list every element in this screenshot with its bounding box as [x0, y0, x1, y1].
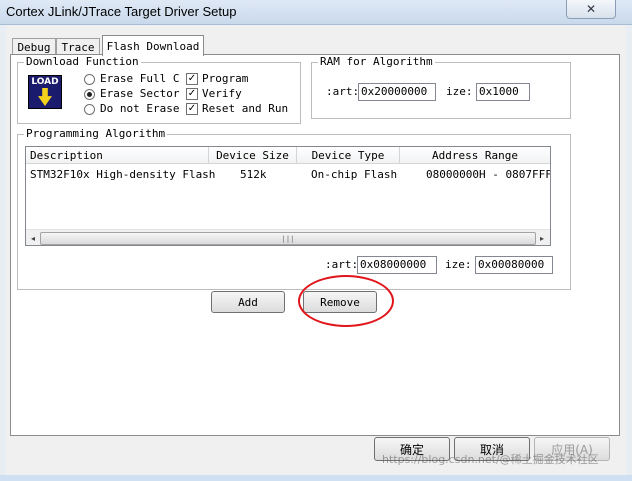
tab-label: Debug	[17, 41, 51, 54]
close-button[interactable]: ✕	[566, 0, 616, 19]
column-header-device-size[interactable]: Device Size	[209, 147, 297, 164]
load-icon-text: LOAD	[31, 77, 59, 87]
row-description: STM32F10x High-density Flash	[30, 168, 216, 181]
download-function-group: Download Function LOAD Erase Full C Eras…	[17, 55, 301, 124]
algorithm-list[interactable]: Description Device Size Device Type Addr…	[25, 146, 551, 246]
table-row[interactable]: STM32F10x High-density Flash 512k On-chi…	[26, 166, 550, 182]
verify-label: Verify	[202, 87, 242, 100]
tab-flash-download[interactable]: Flash Download	[102, 35, 204, 56]
tab-label: Flash Download	[106, 39, 200, 53]
row-device-type: On-chip Flash	[311, 168, 398, 181]
erase-sector-radio[interactable]	[84, 89, 95, 100]
do-not-erase-radio[interactable]	[84, 104, 95, 115]
ram-start-label: :art:	[326, 85, 360, 98]
dialog-window: Cortex JLink/JTrace Target Driver Setup …	[0, 0, 632, 481]
ram-label: RAM for Algorithm	[318, 55, 435, 68]
scroll-thumb[interactable]: |||	[40, 232, 536, 245]
erase-full-radio[interactable]	[84, 74, 95, 85]
verify-checkbox[interactable]: ✓	[186, 88, 198, 100]
add-button[interactable]: Add	[211, 291, 285, 313]
flash-download-panel: Download Function LOAD Erase Full C Eras…	[10, 54, 620, 436]
load-icon-arrow	[38, 88, 52, 106]
reset-and-run-label: Reset and Run	[202, 102, 289, 115]
ram-group: RAM for Algorithm :art: 0x20000000 ize: …	[311, 55, 571, 119]
window-title: Cortex JLink/JTrace Target Driver Setup	[6, 4, 237, 19]
column-header-description[interactable]: Description	[26, 147, 209, 164]
row-device-size: 512k	[240, 168, 267, 181]
close-icon: ✕	[585, 2, 597, 16]
programming-algorithm-label: Programming Algorithm	[24, 127, 168, 140]
ram-start-input[interactable]: 0x20000000	[358, 83, 436, 101]
flash-start-label: :art:	[325, 258, 359, 271]
tab-label: Trace	[61, 41, 95, 54]
download-function-label: Download Function	[24, 55, 141, 68]
erase-sector-label: Erase Sector	[100, 87, 180, 100]
flash-start-input[interactable]: 0x08000000	[357, 256, 437, 274]
title-bar[interactable]: Cortex JLink/JTrace Target Driver Setup …	[0, 0, 632, 25]
scroll-left-icon[interactable]: ◂	[27, 231, 39, 245]
program-label: Program	[202, 72, 249, 85]
highlight-circle	[298, 275, 394, 327]
watermark-text: https://blog.csdn.net/@稀土掘金技术社区	[382, 453, 599, 466]
column-header-device-type[interactable]: Device Type	[297, 147, 400, 164]
program-checkbox[interactable]: ✓	[186, 73, 198, 85]
scroll-grip-icon: |||	[281, 234, 295, 243]
flash-size-input[interactable]: 0x00080000	[475, 256, 553, 274]
load-icon: LOAD	[28, 75, 62, 109]
scroll-right-icon[interactable]: ▸	[536, 231, 548, 245]
window-bottom-edge	[0, 475, 632, 481]
row-address-range: 08000000H - 0807FFFFH	[426, 168, 550, 181]
flash-size-label: ize:	[445, 258, 472, 271]
reset-and-run-checkbox[interactable]: ✓	[186, 103, 198, 115]
do-not-erase-label: Do not Erase	[100, 102, 180, 115]
ram-size-input[interactable]: 0x1000	[476, 83, 530, 101]
ram-size-label: ize:	[446, 85, 473, 98]
horizontal-scrollbar[interactable]: ◂ ||| ▸	[26, 229, 550, 245]
dialog-client: Debug Trace Flash Download Download Func…	[6, 25, 626, 475]
erase-full-label: Erase Full C	[100, 72, 180, 85]
column-header-address-range[interactable]: Address Range	[400, 147, 550, 164]
